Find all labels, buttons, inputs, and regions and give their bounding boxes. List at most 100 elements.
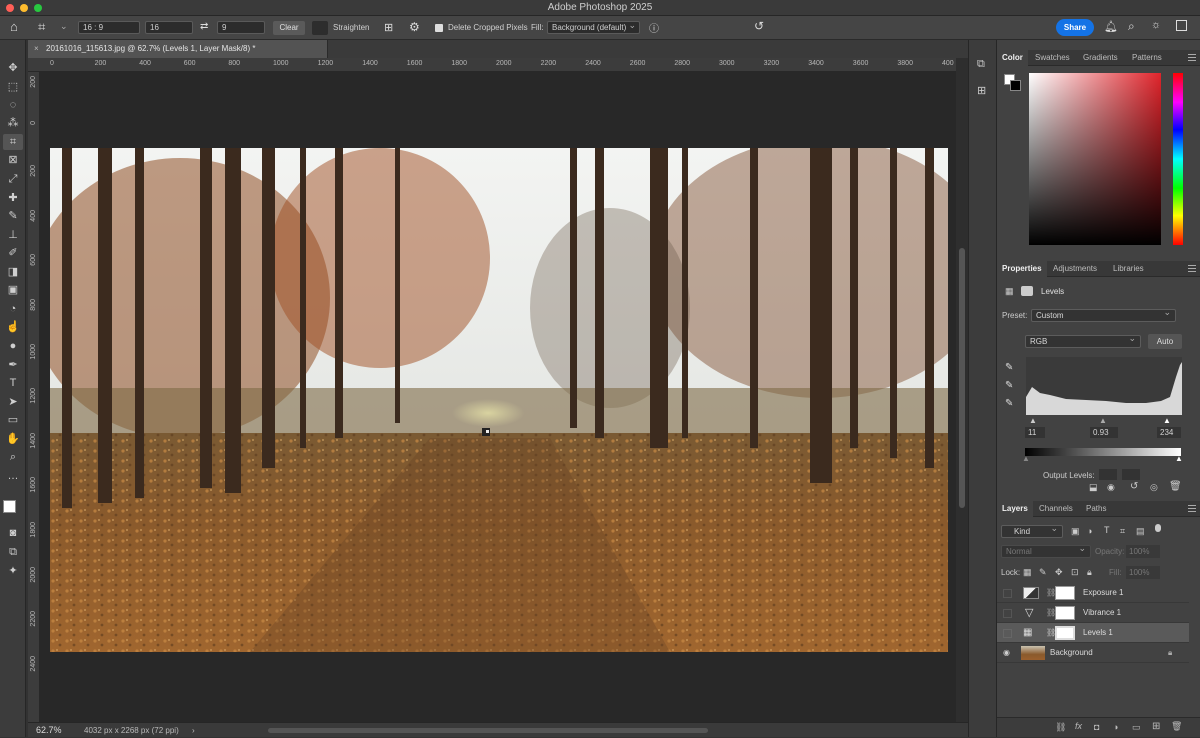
tab-channels[interactable]: Channels: [1034, 501, 1078, 517]
white-eyedropper-icon[interactable]: ✎: [1005, 398, 1013, 409]
visibility-icon[interactable]: ◎: [1150, 482, 1158, 493]
eraser-tool-icon[interactable]: ◨: [3, 264, 23, 280]
layer-name[interactable]: Background: [1050, 643, 1093, 663]
foreground-color-swatch[interactable]: [3, 500, 16, 513]
blur-tool-icon[interactable]: ◔: [3, 301, 23, 317]
new-adjustment-icon[interactable]: ◑: [1113, 722, 1118, 732]
gear-icon[interactable]: ⚙: [409, 20, 420, 34]
width-input[interactable]: 16: [145, 21, 193, 34]
history-panel-icon[interactable]: ⧉: [977, 58, 985, 71]
bell-icon[interactable]: 🔔︎: [1104, 20, 1118, 33]
crop-tool-icon[interactable]: ⌗: [3, 134, 23, 150]
fill-select[interactable]: Background (default) ⌄: [547, 20, 640, 34]
zoom-tool-icon[interactable]: ⌕: [3, 449, 23, 465]
minimize-window-button[interactable]: [20, 4, 28, 12]
add-mask-icon[interactable]: ◘: [1094, 722, 1099, 732]
output-black-slider[interactable]: ▲: [1022, 454, 1030, 463]
tab-swatches[interactable]: Swatches: [1030, 50, 1075, 66]
lock-all-icon[interactable]: 🔒︎: [1087, 567, 1092, 578]
adjustment-filter-icon[interactable]: ◑: [1087, 526, 1092, 536]
generative-icon[interactable]: ✦: [3, 563, 23, 579]
black-eyedropper-icon[interactable]: ✎: [1005, 362, 1013, 373]
pen-tool-icon[interactable]: ✒: [3, 357, 23, 373]
visibility-toggle[interactable]: [1003, 629, 1012, 638]
tab-adjustments[interactable]: Adjustments: [1048, 261, 1102, 277]
eyedropper-tool-icon[interactable]: ⤢: [3, 171, 23, 187]
output-white-field[interactable]: [1122, 469, 1140, 480]
color-field[interactable]: [1029, 73, 1161, 245]
channel-select[interactable]: RGB: [1025, 333, 1141, 348]
swap-icon[interactable]: ⇄: [200, 21, 208, 32]
panel-menu-icon[interactable]: [1188, 265, 1196, 272]
gray-eyedropper-icon[interactable]: ✎: [1005, 380, 1013, 391]
history-brush-tool-icon[interactable]: ✐: [3, 245, 23, 261]
input-white-slider[interactable]: ▲: [1163, 416, 1171, 425]
straighten-label[interactable]: Straighten: [333, 21, 369, 35]
delete-layer-icon[interactable]: 🗑︎: [1171, 721, 1182, 732]
input-gamma-field[interactable]: 0.93: [1090, 427, 1118, 438]
lock-transparent-icon[interactable]: ▦: [1023, 567, 1032, 578]
opacity-field[interactable]: 100%: [1126, 545, 1160, 558]
preset-select[interactable]: Custom: [1031, 307, 1176, 322]
type-filter-icon[interactable]: T: [1104, 525, 1110, 535]
shape-filter-icon[interactable]: ⌗: [1120, 526, 1125, 537]
delete-cropped-checkbox[interactable]: [435, 24, 443, 32]
auto-button[interactable]: Auto: [1148, 334, 1182, 349]
input-gamma-slider[interactable]: ▲: [1099, 416, 1107, 425]
grid-overlay-icon[interactable]: ⊞: [384, 21, 393, 34]
input-white-field[interactable]: 234: [1157, 427, 1181, 438]
eye-icon[interactable]: ◉: [1003, 649, 1013, 657]
layer-row-levels[interactable]: ▦ ⛓ Levels 1: [997, 623, 1189, 643]
screen-mode-icon[interactable]: ⧉: [3, 544, 23, 560]
link-layers-icon[interactable]: ⛓: [1055, 722, 1066, 733]
panel-menu-icon[interactable]: [1188, 54, 1196, 61]
tab-properties[interactable]: Properties: [997, 261, 1047, 277]
document-tab[interactable]: × 20161016_115613.jpg @ 62.7% (Levels 1,…: [28, 40, 328, 58]
visibility-toggle[interactable]: [1003, 589, 1012, 598]
document-canvas[interactable]: [40, 72, 956, 722]
visibility-toggle[interactable]: [1003, 609, 1012, 618]
workspace-icon[interactable]: [1176, 20, 1187, 31]
input-black-slider[interactable]: ▲: [1029, 416, 1037, 425]
new-layer-icon[interactable]: ⊞: [1152, 721, 1160, 732]
properties-panel-icon[interactable]: ⊞: [977, 84, 986, 97]
output-white-slider[interactable]: ▲: [1175, 454, 1183, 463]
close-tab-icon[interactable]: ×: [34, 40, 39, 58]
move-tool-icon[interactable]: ✥: [3, 60, 23, 76]
new-group-icon[interactable]: ▭: [1132, 722, 1141, 733]
layer-row-vibrance[interactable]: ▽ ⛓ Vibrance 1: [997, 603, 1189, 623]
marquee-tool-icon[interactable]: ⬚: [3, 79, 23, 95]
clip-to-layer-icon[interactable]: ⬓: [1089, 482, 1098, 493]
reset-adjustment-icon[interactable]: ↺: [1130, 481, 1138, 492]
height-input[interactable]: 9: [217, 21, 265, 34]
tab-gradients[interactable]: Gradients: [1078, 50, 1123, 66]
layer-row-background[interactable]: ◉ Background 🔒︎: [997, 643, 1189, 663]
layer-name[interactable]: Levels 1: [1083, 623, 1113, 643]
reset-icon[interactable]: ↺: [754, 19, 764, 33]
panel-menu-icon[interactable]: [1188, 505, 1196, 512]
fx-icon[interactable]: fx: [1075, 721, 1082, 731]
straighten-icon[interactable]: [312, 21, 328, 35]
color-background-swatch[interactable]: [1010, 80, 1021, 91]
ratio-select[interactable]: 16 : 9: [78, 21, 140, 34]
chevron-right-icon[interactable]: ›: [192, 723, 195, 738]
output-black-field[interactable]: [1099, 469, 1117, 480]
filter-toggle-icon[interactable]: [1155, 524, 1161, 532]
lightbulb-icon[interactable]: ☼: [1151, 19, 1161, 31]
search-icon[interactable]: ⌕: [1128, 19, 1135, 34]
horizontal-scrollbar[interactable]: [268, 728, 708, 733]
lock-artboard-icon[interactable]: ⊡: [1071, 567, 1079, 578]
lock-position-icon[interactable]: ✥: [1055, 567, 1063, 578]
smudge-tool-icon[interactable]: ☝: [3, 319, 23, 335]
home-icon[interactable]: ⌂: [10, 20, 18, 34]
share-button[interactable]: Share: [1056, 19, 1094, 36]
hue-slider[interactable]: [1173, 73, 1183, 245]
info-icon[interactable]: ⓘ: [649, 20, 659, 35]
clone-stamp-tool-icon[interactable]: ⊥: [3, 227, 23, 243]
clear-button[interactable]: Clear: [273, 21, 305, 35]
layer-row-exposure[interactable]: ⛓ Exposure 1: [997, 583, 1189, 603]
tab-paths[interactable]: Paths: [1081, 501, 1111, 517]
scroll-thumb[interactable]: [959, 248, 965, 508]
layer-name[interactable]: Exposure 1: [1083, 583, 1123, 603]
layer-filter-select[interactable]: Kind: [1001, 523, 1063, 538]
